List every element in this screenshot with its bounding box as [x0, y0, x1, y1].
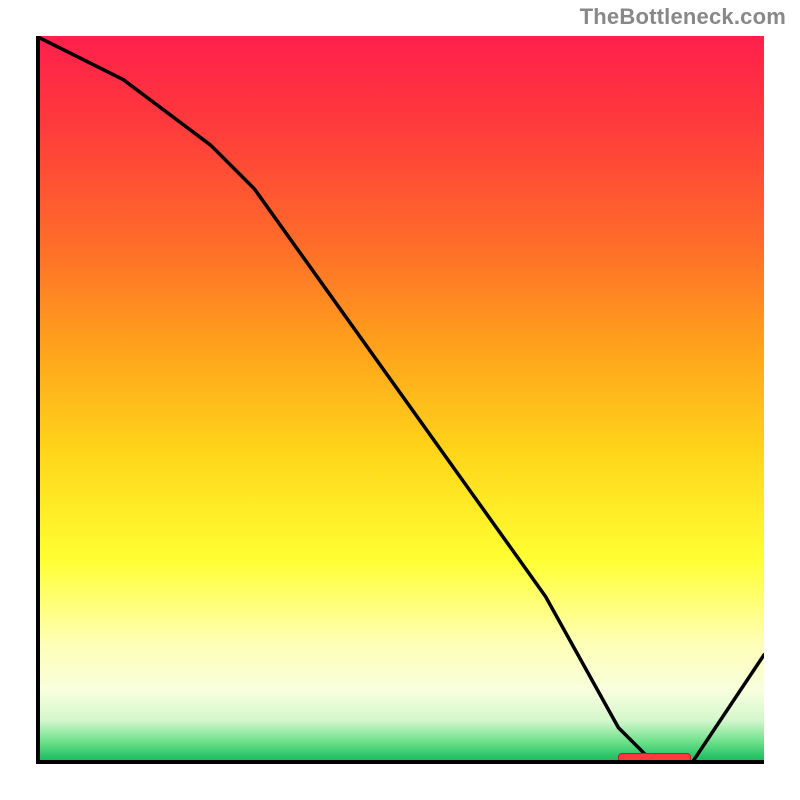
- watermark-label: TheBottleneck.com: [580, 4, 786, 30]
- chart-line-layer: [36, 36, 764, 764]
- chart-container: TheBottleneck.com: [0, 0, 800, 800]
- plot-area: [36, 36, 764, 764]
- optimal-marker: [618, 753, 691, 763]
- series-curve: [36, 36, 764, 764]
